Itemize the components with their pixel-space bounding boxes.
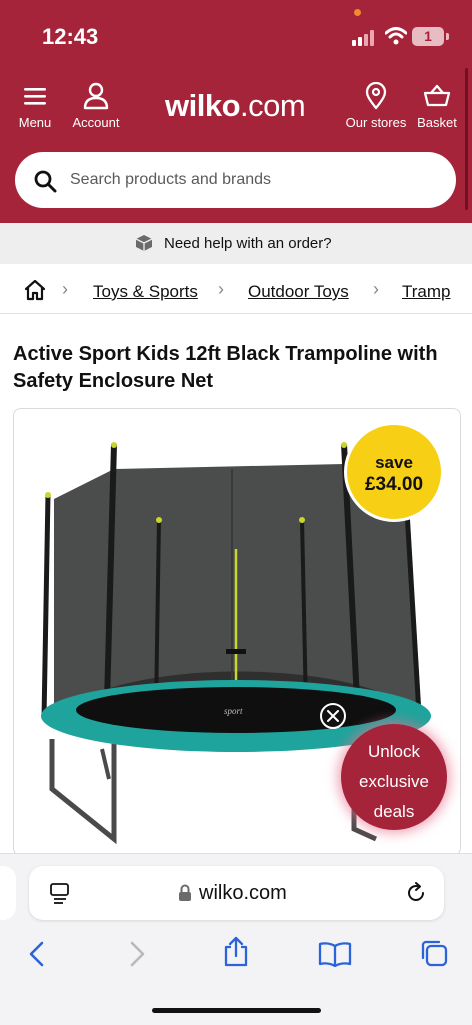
home-icon[interactable] (23, 279, 47, 301)
home-indicator (152, 1008, 321, 1013)
account-button[interactable]: Account (67, 82, 125, 132)
breadcrumb-divider (0, 313, 472, 314)
cellular-signal-icon (352, 30, 374, 46)
product-title: Active Sport Kids 12ft Black Trampoline … (13, 343, 438, 392)
package-icon (135, 235, 153, 251)
chevron-right-icon: › (218, 279, 224, 299)
breadcrumb-overflow: Tramp (402, 282, 472, 306)
logo-brand: wilko (165, 88, 241, 123)
privacy-indicator-dot (354, 9, 361, 16)
basket-icon (423, 84, 451, 107)
help-text: Need help with an order? (164, 235, 332, 252)
battery-tip (446, 33, 449, 40)
breadcrumb-trampolines[interactable]: Tramp (402, 282, 451, 302)
forward-arrow-icon[interactable] (126, 940, 148, 968)
our-stores-label: Our stores (345, 115, 407, 130)
basket-button[interactable]: Basket (414, 82, 460, 132)
wilko-logo[interactable]: wilko.com (165, 88, 306, 124)
save-label: save (375, 453, 413, 472)
breadcrumb-outdoor-toys[interactable]: Outdoor Toys (248, 282, 349, 302)
header-scrollbar (465, 68, 468, 210)
unlock-deals-text[interactable]: Unlock exclusive deals (341, 737, 447, 827)
save-amount: £34.00 (364, 474, 424, 495)
menu-button[interactable]: Menu (14, 82, 56, 132)
unlock-line-2: exclusive (359, 772, 429, 791)
account-label: Account (72, 115, 120, 130)
reader-icon[interactable] (50, 883, 70, 905)
previous-tab-preview[interactable] (0, 866, 16, 920)
battery-level: 1 (424, 28, 432, 44)
menu-label: Menu (18, 115, 52, 130)
logo-suffix: .com (240, 88, 306, 123)
share-icon[interactable] (222, 936, 250, 968)
bookmarks-icon[interactable] (318, 941, 352, 967)
close-promo-button[interactable] (320, 703, 346, 729)
unlock-line-3: deals (373, 802, 415, 821)
search-icon (34, 170, 57, 193)
lock-icon (179, 884, 191, 901)
hamburger-icon (24, 88, 46, 105)
breadcrumb-toys-sports[interactable]: Toys & Sports (93, 282, 198, 302)
trampoline-brand-mark: sport (224, 706, 243, 716)
chevron-right-icon: › (62, 279, 68, 299)
location-pin-icon (365, 82, 387, 110)
close-icon (327, 710, 339, 722)
status-time: 12:43 (42, 24, 99, 49)
basket-label: Basket (417, 115, 457, 130)
unlock-line-1: Unlock (368, 742, 420, 761)
our-stores-button[interactable]: Our stores (344, 82, 408, 132)
reload-icon[interactable] (405, 882, 427, 904)
wifi-icon (385, 27, 407, 45)
tabs-icon[interactable] (419, 938, 449, 968)
chevron-right-icon: › (373, 279, 379, 299)
search-input[interactable]: Search products and brands (70, 171, 271, 189)
user-icon (83, 82, 109, 110)
url-text: wilko.com (199, 882, 287, 904)
back-arrow-icon[interactable] (26, 940, 48, 968)
